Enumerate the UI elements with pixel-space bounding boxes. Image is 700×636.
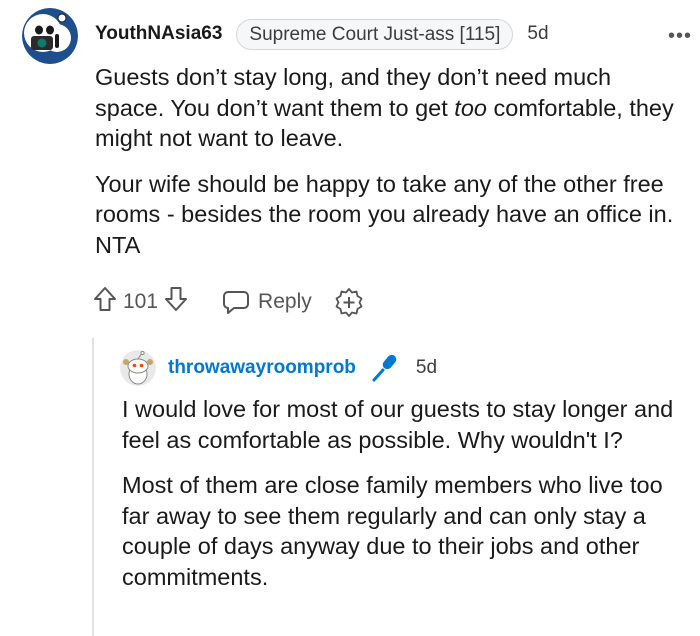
comment-paragraph: Your wife should be happy to take any of…	[95, 170, 674, 258]
award-button[interactable]	[334, 287, 364, 317]
more-options-icon[interactable]: •••	[668, 26, 692, 46]
reply-age: 5d	[415, 357, 438, 378]
reply-body: I would love for most of our guests to s…	[122, 394, 692, 592]
comment-username[interactable]: YouthNAsia63	[95, 23, 222, 45]
reply-paragraph: I would love for most of our guests to s…	[122, 396, 674, 453]
comment-actions: 101 Reply	[93, 285, 364, 319]
comment-paragraph: Guests don’t stay long, and they don’t n…	[95, 64, 674, 151]
emphasis-text: too	[454, 94, 487, 121]
award-icon	[335, 288, 363, 317]
thread-line[interactable]	[92, 338, 94, 636]
op-username[interactable]: throwawayroomprob	[168, 357, 356, 379]
snoo-avatar-icon	[120, 350, 156, 386]
reply-button[interactable]: Reply	[222, 289, 312, 315]
comment-body: Guests don’t stay long, and they don’t n…	[95, 62, 685, 260]
downvote-icon[interactable]	[164, 286, 188, 318]
upvote-icon[interactable]	[93, 286, 117, 318]
comment-age: 5d	[527, 23, 549, 44]
vote-score: 101	[123, 290, 159, 313]
comment-header: YouthNAsia63 Supreme Court Just-ass [115…	[95, 18, 549, 50]
reply-header: throwawayroomprob 5d	[168, 352, 437, 384]
microphone-icon	[370, 353, 400, 383]
reply-user-avatar[interactable]	[120, 350, 156, 386]
reply-label: Reply	[258, 290, 312, 313]
reply-icon	[223, 291, 250, 314]
snoo-avatar-icon	[22, 8, 78, 64]
reply-paragraph: Most of them are close family members wh…	[122, 472, 663, 590]
user-avatar[interactable]	[22, 8, 78, 64]
user-flair: Supreme Court Just-ass [115]	[236, 18, 514, 50]
